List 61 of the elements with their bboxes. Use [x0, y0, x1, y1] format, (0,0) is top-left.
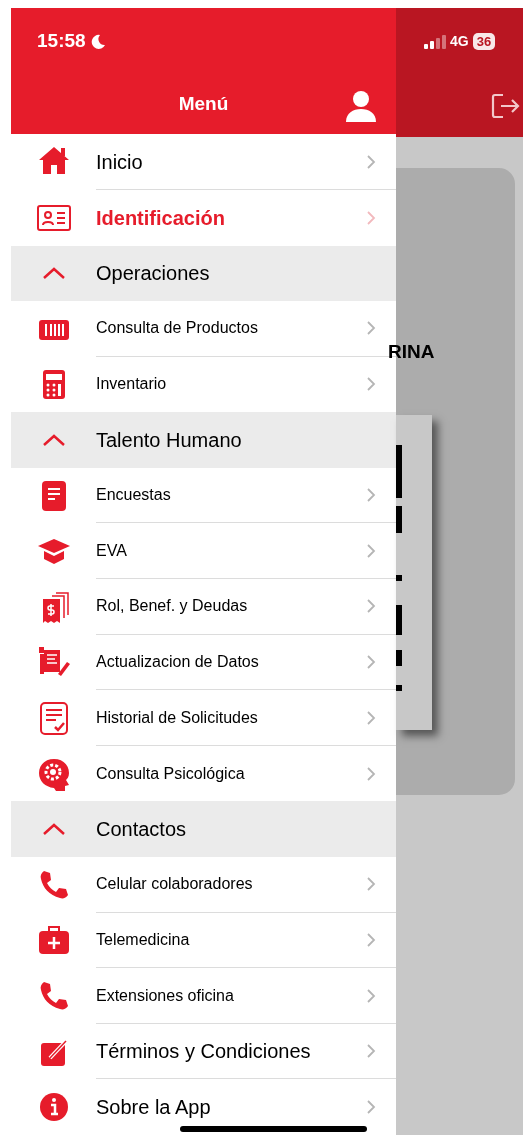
- chevron-right-icon: [366, 653, 376, 670]
- menu-label: Encuestas: [96, 485, 172, 506]
- menu-item[interactable]: Términos y Condiciones: [11, 1023, 396, 1080]
- chevron-right-icon: [366, 153, 376, 170]
- header-title: Menú: [178, 92, 229, 117]
- menu-item[interactable]: Inicio: [11, 134, 396, 190]
- chevron-right-icon: [366, 487, 376, 504]
- chevron-right-icon: [366, 320, 376, 337]
- menu-label: Actualizacion de Datos: [96, 651, 260, 672]
- moon-icon: [89, 33, 106, 50]
- chevron-right-icon: [366, 1043, 376, 1060]
- chevron-right-icon: [366, 987, 376, 1004]
- menu-label: Telemedicina: [96, 929, 191, 950]
- section-label: Operaciones: [96, 261, 210, 287]
- menu-label: Consulta Psicológica: [96, 763, 246, 784]
- menu-label: Extensiones oficina: [96, 985, 235, 1006]
- logout-icon[interactable]: [491, 93, 521, 119]
- menu-label: Términos y Condiciones: [96, 1039, 312, 1065]
- menu-item[interactable]: Encuestas: [11, 467, 396, 524]
- section-header[interactable]: Operaciones: [11, 245, 396, 302]
- menu-label: EVA: [96, 540, 128, 561]
- chevron-up-icon: [41, 822, 66, 837]
- chevron-up-icon: [41, 433, 66, 448]
- section-label: Talento Humano: [96, 428, 242, 454]
- menu-item[interactable]: Extensiones oficina: [11, 968, 396, 1024]
- menu-label: Rol, Benef. y Deudas: [96, 596, 249, 617]
- menu-label: Inventario: [96, 374, 168, 395]
- status-time: 15:58: [37, 29, 86, 54]
- chevron-right-icon: [366, 376, 376, 393]
- battery-indicator: 36: [472, 33, 496, 50]
- menu-label: Identificación: [96, 205, 226, 231]
- menu-label: Sobre la App: [96, 1095, 212, 1121]
- menu-item[interactable]: Identificación: [11, 189, 396, 246]
- chevron-right-icon: [366, 876, 376, 893]
- section-label: Contactos: [96, 817, 187, 843]
- chevron-right-icon: [366, 542, 376, 559]
- network-label: 4G: [450, 32, 469, 51]
- menu-item[interactable]: Historial de Solicitudes: [11, 690, 396, 746]
- menu-label: Celular colaboradores: [96, 874, 254, 895]
- menu-item[interactable]: Actualizacion de Datos: [11, 634, 396, 691]
- menu-item[interactable]: Rol, Benef. y Deudas: [11, 579, 396, 635]
- chevron-right-icon: [366, 209, 376, 226]
- menu-item[interactable]: EVA: [11, 523, 396, 580]
- chevron-right-icon: [366, 765, 376, 782]
- chevron-right-icon: [366, 1099, 376, 1116]
- chevron-right-icon: [366, 598, 376, 615]
- menu-label: Inicio: [96, 149, 144, 175]
- section-header[interactable]: Contactos: [11, 801, 396, 858]
- chevron-up-icon: [41, 266, 66, 281]
- menu-item[interactable]: Consulta Psicológica: [11, 745, 396, 802]
- card-title: RINA: [388, 340, 435, 364]
- chevron-right-icon: [366, 931, 376, 948]
- menu-item[interactable]: Sobre la App: [11, 1079, 396, 1135]
- menu-label: Consulta de Productos: [96, 318, 259, 339]
- profile-icon[interactable]: [345, 90, 377, 122]
- chevron-right-icon: [366, 709, 376, 726]
- menu-label: Historial de Solicitudes: [96, 707, 259, 728]
- section-header[interactable]: Talento Humano: [11, 412, 396, 468]
- signal-icon: [424, 34, 446, 49]
- menu-item[interactable]: Telemedicina: [11, 912, 396, 969]
- menu-item[interactable]: Celular colaboradores: [11, 857, 396, 913]
